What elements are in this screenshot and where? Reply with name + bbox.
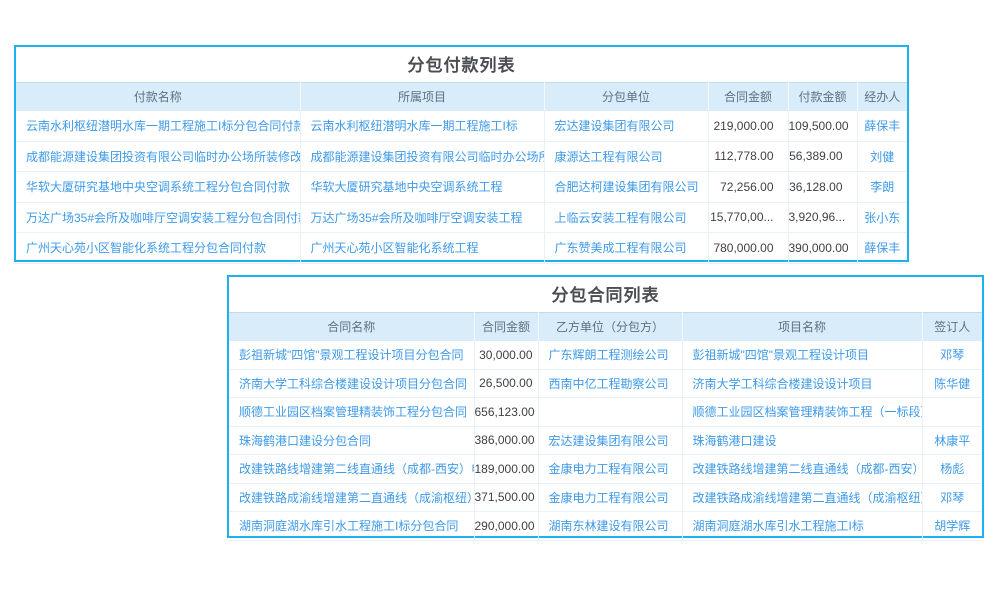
column-header: 付款金额 (788, 83, 857, 111)
link-cell[interactable]: 成都能源建设集团投资有限公司临时办公场所装修改造... (16, 141, 300, 172)
table-cell (922, 398, 982, 427)
link-cell[interactable]: 刘健 (857, 141, 907, 172)
link-cell[interactable]: 顺德工业园区档案管理精装饰工程分包合同 (229, 398, 474, 427)
link-cell[interactable]: 湖南东林建设有限公司 (538, 512, 682, 541)
table-row: 顺德工业园区档案管理精装饰工程分包合同656,123.00 顺德工业园区档案管理精… (229, 398, 982, 427)
table-cell: 656,123.00 (474, 398, 538, 427)
table-cell: 56,389.00 (788, 141, 857, 172)
link-cell[interactable]: 杨彪 (922, 455, 982, 484)
link-cell[interactable]: 上临云安装工程有限公司 (544, 202, 708, 233)
table-row: 彭祖新城"四馆"景观工程设计项目分包合同30,000.00广东辉朗工程测绘公司彭… (229, 341, 982, 370)
column-header: 合同名称 (229, 313, 474, 341)
table-cell (538, 398, 682, 427)
table-row: 济南大学工科综合楼建设设计项目分包合同26,500.00西南中亿工程勘察公司济南… (229, 369, 982, 398)
table-cell: 30,000.00 (474, 341, 538, 370)
link-cell[interactable]: 万达广场35#会所及咖啡厅空调安装工程分包合同付款 (16, 202, 300, 233)
link-cell[interactable]: 顺德工业园区档案管理精装饰工程（一标段） (682, 398, 922, 427)
payment-table: 付款名称所属项目分包单位合同金额付款金额经办人 云南水利枢纽潜明水库一期工程施工… (16, 82, 907, 264)
link-cell[interactable]: 广东赞美成工程有限公司 (544, 233, 708, 264)
link-cell[interactable]: 广州天心苑小区智能化系统工程 (300, 233, 544, 264)
table-row: 成都能源建设集团投资有限公司临时办公场所装修改造...成都能源建设集团投资有限公… (16, 141, 907, 172)
table-cell: 72,256.00 (708, 172, 788, 203)
link-cell[interactable]: 济南大学工科综合楼建设设计项目分包合同 (229, 369, 474, 398)
link-cell[interactable]: 云南水利枢纽潜明水库一期工程施工I标 (300, 111, 544, 142)
link-cell[interactable]: 合肥达柯建设集团有限公司 (544, 172, 708, 203)
link-cell[interactable]: 华软大厦研究基地中央空调系统工程 (300, 172, 544, 203)
link-cell[interactable]: 珠海鹤港口建设分包合同 (229, 426, 474, 455)
table-row: 华软大厦研究基地中央空调系统工程分包合同付款华软大厦研究基地中央空调系统工程合肥… (16, 172, 907, 203)
table-row: 湖南洞庭湖水库引水工程施工I标分包合同290,000.00湖南东林建设有限公司湖… (229, 512, 982, 541)
link-cell[interactable]: 张小东 (857, 202, 907, 233)
contract-table-title: 分包合同列表 (229, 277, 982, 312)
table-row: 广州天心苑小区智能化系统工程分包合同付款广州天心苑小区智能化系统工程广东赞美成工… (16, 233, 907, 264)
table-cell: 371,500.00 (474, 483, 538, 512)
column-header: 合同金额 (708, 83, 788, 111)
column-header: 项目名称 (682, 313, 922, 341)
link-cell[interactable]: 宏达建设集团有限公司 (538, 426, 682, 455)
table-cell: 290,000.00 (474, 512, 538, 541)
column-header: 所属项目 (300, 83, 544, 111)
link-cell[interactable]: 彭祖新城"四馆"景观工程设计项目 (682, 341, 922, 370)
table-row: 改建铁路成渝线增建第二直通线（成渝枢纽）电力...371,500.00金康电力工… (229, 483, 982, 512)
link-cell[interactable]: 胡学辉 (922, 512, 982, 541)
link-cell[interactable]: 薛保丰 (857, 233, 907, 264)
link-cell[interactable]: 陈华健 (922, 369, 982, 398)
table-row: 万达广场35#会所及咖啡厅空调安装工程分包合同付款万达广场35#会所及咖啡厅空调… (16, 202, 907, 233)
table-cell: 112,778.00 (708, 141, 788, 172)
table-row: 珠海鹤港口建设分包合同386,000.00宏达建设集团有限公司珠海鹤港口建设林康… (229, 426, 982, 455)
table-cell: 3,920,96... (788, 202, 857, 233)
link-cell[interactable]: 宏达建设集团有限公司 (544, 111, 708, 142)
link-cell[interactable]: 金康电力工程有限公司 (538, 483, 682, 512)
contract-list-card: 分包合同列表 合同名称合同金额乙方单位（分包方）项目名称签订人 彭祖新城"四馆"… (227, 275, 984, 538)
payment-table-title: 分包付款列表 (16, 47, 907, 82)
contract-table: 合同名称合同金额乙方单位（分包方）项目名称签订人 彭祖新城"四馆"景观工程设计项… (229, 312, 982, 541)
table-cell: 386,000.00 (474, 426, 538, 455)
link-cell[interactable]: 云南水利枢纽潜明水库一期工程施工I标分包合同付款 (16, 111, 300, 142)
column-header: 分包单位 (544, 83, 708, 111)
column-header: 合同金额 (474, 313, 538, 341)
link-cell[interactable]: 邓琴 (922, 483, 982, 512)
link-cell[interactable]: 改建铁路成渝线增建第二直通线（成渝枢纽）电力... (682, 483, 922, 512)
table-cell: 109,500.00 (788, 111, 857, 142)
table-cell: 390,000.00 (788, 233, 857, 264)
link-cell[interactable]: 湖南洞庭湖水库引水工程施工I标 (682, 512, 922, 541)
link-cell[interactable]: 李朗 (857, 172, 907, 203)
link-cell[interactable]: 成都能源建设集团投资有限公司临时办公场所... (300, 141, 544, 172)
link-cell[interactable]: 西南中亿工程勘察公司 (538, 369, 682, 398)
page: 分包付款列表 付款名称所属项目分包单位合同金额付款金额经办人 云南水利枢纽潜明水… (0, 0, 1000, 600)
column-header: 经办人 (857, 83, 907, 111)
table-row: 云南水利枢纽潜明水库一期工程施工I标分包合同付款云南水利枢纽潜明水库一期工程施工… (16, 111, 907, 142)
link-cell[interactable]: 广州天心苑小区智能化系统工程分包合同付款 (16, 233, 300, 264)
table-cell: 26,500.00 (474, 369, 538, 398)
link-cell[interactable]: 林康平 (922, 426, 982, 455)
link-cell[interactable]: 华软大厦研究基地中央空调系统工程分包合同付款 (16, 172, 300, 203)
link-cell[interactable]: 彭祖新城"四馆"景观工程设计项目分包合同 (229, 341, 474, 370)
link-cell[interactable]: 薛保丰 (857, 111, 907, 142)
link-cell[interactable]: 改建铁路成渝线增建第二直通线（成渝枢纽）电力... (229, 483, 474, 512)
link-cell[interactable]: 改建铁路线增建第二线直通线（成都-西安）电力线... (229, 455, 474, 484)
table-cell: 36,128.00 (788, 172, 857, 203)
table-cell: 15,770,00... (708, 202, 788, 233)
link-cell[interactable]: 金康电力工程有限公司 (538, 455, 682, 484)
column-header: 付款名称 (16, 83, 300, 111)
link-cell[interactable]: 广东辉朗工程测绘公司 (538, 341, 682, 370)
link-cell[interactable]: 济南大学工科综合楼建设设计项目 (682, 369, 922, 398)
column-header: 签订人 (922, 313, 982, 341)
link-cell[interactable]: 改建铁路线增建第二线直通线（成都-西安）电力线... (682, 455, 922, 484)
link-cell[interactable]: 康源达工程有限公司 (544, 141, 708, 172)
link-cell[interactable]: 万达广场35#会所及咖啡厅空调安装工程 (300, 202, 544, 233)
link-cell[interactable]: 邓琴 (922, 341, 982, 370)
link-cell[interactable]: 珠海鹤港口建设 (682, 426, 922, 455)
column-header: 乙方单位（分包方） (538, 313, 682, 341)
payment-list-card: 分包付款列表 付款名称所属项目分包单位合同金额付款金额经办人 云南水利枢纽潜明水… (14, 45, 909, 262)
table-cell: 219,000.00 (708, 111, 788, 142)
table-cell: 189,000.00 (474, 455, 538, 484)
table-cell: 780,000.00 (708, 233, 788, 264)
table-row: 改建铁路线增建第二线直通线（成都-西安）电力线...189,000.00金康电力… (229, 455, 982, 484)
payment-table-header-row: 付款名称所属项目分包单位合同金额付款金额经办人 (16, 83, 907, 111)
link-cell[interactable]: 湖南洞庭湖水库引水工程施工I标分包合同 (229, 512, 474, 541)
contract-table-header-row: 合同名称合同金额乙方单位（分包方）项目名称签订人 (229, 313, 982, 341)
